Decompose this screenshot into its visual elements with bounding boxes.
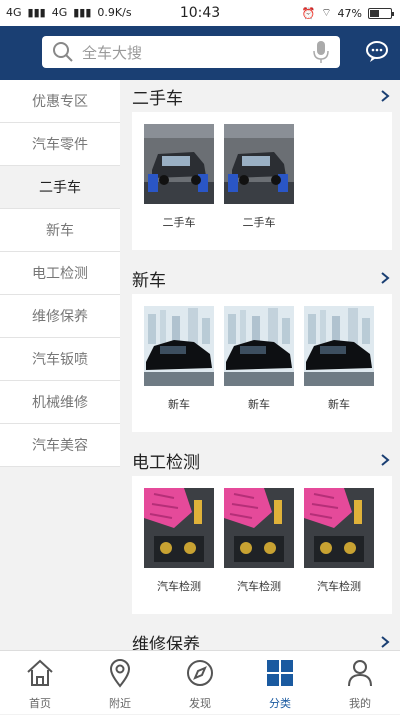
product-thumbnail[interactable]	[304, 306, 374, 386]
category-content: 二手车 二手车 二手车 新车 新车 新车 新车 电工检测 汽车检测 汽车检测 汽车检测 维修保养	[120, 80, 400, 650]
tab-item[interactable]: 首页	[0, 651, 80, 715]
section-title: 新车	[132, 271, 166, 291]
home-icon	[27, 659, 53, 686]
chevron-right-icon[interactable]	[380, 272, 390, 284]
tab-label: 首页	[29, 697, 51, 710]
product-label[interactable]: 新车	[299, 396, 379, 412]
section-title: 二手车	[132, 89, 183, 109]
location-icon	[109, 659, 131, 688]
product-thumbnail[interactable]	[144, 306, 214, 386]
product-label[interactable]: 二手车	[139, 214, 219, 230]
tab-label: 分类	[269, 697, 291, 710]
tab-label: 附近	[109, 697, 131, 710]
sidebar-item[interactable]: 汽车零件	[0, 123, 120, 166]
message-icon[interactable]	[364, 38, 390, 64]
section-card: 新车 新车 新车	[132, 294, 392, 432]
product-thumbnail[interactable]	[224, 124, 294, 204]
product-label[interactable]: 汽车检测	[139, 578, 219, 594]
product-thumbnail[interactable]	[224, 306, 294, 386]
sidebar-item[interactable]: 汽车美容	[0, 424, 120, 467]
sidebar-item[interactable]: 优惠专区	[0, 80, 120, 123]
sidebar-item[interactable]: 维修保养	[0, 295, 120, 338]
product-label[interactable]: 汽车检测	[299, 578, 379, 594]
section-card: 二手车 二手车	[132, 112, 392, 250]
tab-item[interactable]: 我的	[320, 651, 400, 715]
product-label[interactable]: 新车	[139, 396, 219, 412]
section-title: 电工检测	[132, 453, 200, 473]
section-title: 维修保养	[132, 635, 200, 650]
sidebar-item[interactable]: 二手车	[0, 166, 120, 209]
alarm-icon: ⏰	[301, 6, 316, 20]
grid-icon	[267, 660, 293, 686]
chevron-right-icon[interactable]	[380, 454, 390, 466]
product-thumbnail[interactable]	[144, 488, 214, 568]
status-bar: 4G ▮▮▮ 4G ▮▮▮ 0.9K/s 10:43 ⏰ ⌔ 47%	[0, 0, 400, 26]
search-placeholder: 全车大搜	[82, 43, 143, 62]
product-thumbnail[interactable]	[304, 488, 374, 568]
product-label[interactable]: 汽车检测	[219, 578, 299, 594]
sidebar-item[interactable]: 新车	[0, 209, 120, 252]
compass-icon	[187, 660, 213, 686]
user-icon	[348, 660, 372, 687]
section-card: 汽车检测 汽车检测 汽车检测	[132, 476, 392, 614]
top-header: 全车大搜	[0, 26, 400, 80]
category-sidebar: 优惠专区 汽车零件 二手车 新车 电工检测 维修保养 汽车钣喷 机械维修 汽车美容	[0, 80, 120, 650]
product-thumbnail[interactable]	[144, 124, 214, 204]
tab-label: 发现	[189, 697, 211, 710]
chevron-right-icon[interactable]	[380, 90, 390, 102]
sidebar-item[interactable]: 机械维修	[0, 381, 120, 424]
microphone-icon[interactable]	[310, 39, 332, 65]
chevron-right-icon[interactable]	[380, 636, 390, 648]
bottom-tab-bar: 首页 附近 发现 分类 我的	[0, 650, 400, 714]
tab-item[interactable]: 附近	[80, 651, 160, 715]
search-bar[interactable]: 全车大搜	[42, 36, 340, 68]
sidebar-item[interactable]: 汽车钣喷	[0, 338, 120, 381]
search-icon	[53, 42, 73, 62]
wifi-icon: ⌔	[321, 6, 332, 19]
product-thumbnail[interactable]	[224, 488, 294, 568]
tab-item[interactable]: 分类	[240, 651, 320, 715]
battery-icon	[368, 7, 394, 19]
product-label[interactable]: 二手车	[219, 214, 299, 230]
tab-label: 我的	[349, 697, 371, 710]
sidebar-item[interactable]: 电工检测	[0, 252, 120, 295]
tab-item[interactable]: 发现	[160, 651, 240, 715]
product-label[interactable]: 新车	[219, 396, 299, 412]
battery-percent: 47%	[337, 6, 362, 20]
